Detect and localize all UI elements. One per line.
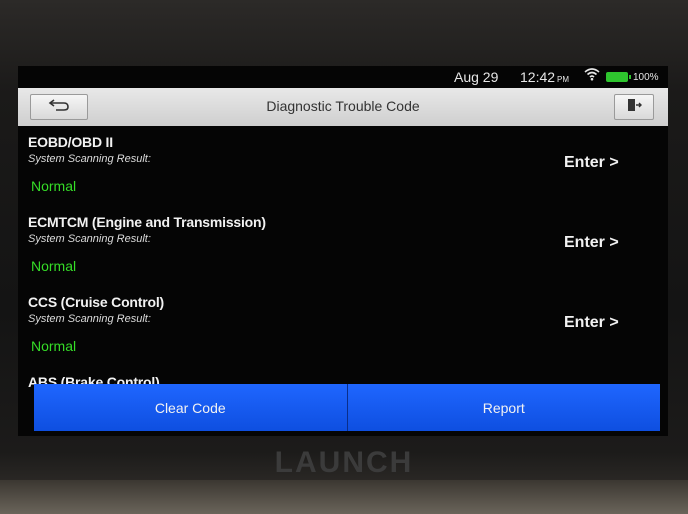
status-text: Normal [31,338,77,354]
status-clock: 12:42 [520,69,556,85]
system-name: EOBD/OBD II [28,134,113,150]
enter-button[interactable]: Enter > [564,234,619,252]
list-item[interactable]: CCS (Cruise Control) System Scanning Res… [18,286,668,366]
scan-result-label: System Scanning Result: [28,233,151,245]
title-bar: Diagnostic Trouble Code [18,88,668,126]
status-bar: Aug 29 12:42 PM 100% [18,66,668,88]
scan-result-label: System Scanning Result: [28,313,151,325]
status-text: Normal [31,258,77,274]
brand-logo: LAUNCH [274,446,414,479]
exit-icon [626,98,642,117]
device-edge [0,480,688,514]
enter-button[interactable]: Enter > [564,154,619,172]
screen: Aug 29 12:42 PM 100% Diagnostic Trouble C… [18,66,668,436]
system-name: CCS (Cruise Control) [28,294,165,310]
status-text: Normal [31,178,77,194]
status-time: 12:42 PM [520,69,569,85]
clear-code-button[interactable]: Clear Code [34,384,348,431]
system-list: EOBD/OBD II System Scanning Result: Norm… [18,126,668,388]
system-name: ECMTCM (Engine and Transmission) [28,214,266,230]
list-item[interactable]: EOBD/OBD II System Scanning Result: Norm… [18,126,668,206]
exit-button[interactable] [614,94,654,120]
enter-button[interactable]: Enter > [564,314,619,332]
battery-percent: 100% [633,72,659,83]
status-ampm: PM [557,75,570,84]
battery-icon [606,72,631,82]
status-date: Aug 29 [454,69,499,85]
wifi-icon [584,68,600,84]
page-title: Diagnostic Trouble Code [266,98,420,114]
action-bar: Clear Code Report [34,384,660,431]
scan-result-label: System Scanning Result: [28,153,151,165]
list-item[interactable]: ECMTCM (Engine and Transmission) System … [18,206,668,286]
report-button[interactable]: Report [347,384,660,431]
